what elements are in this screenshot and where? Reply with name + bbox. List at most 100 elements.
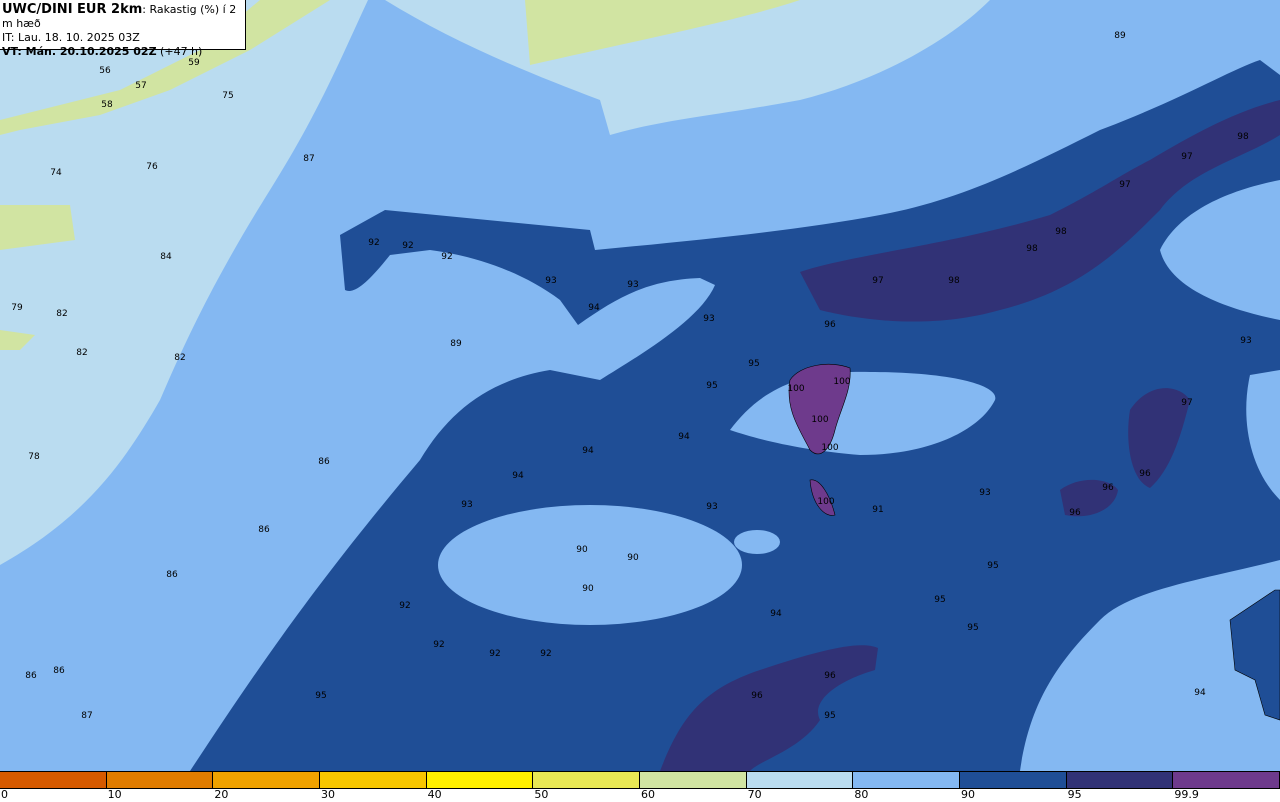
value-label: 93	[461, 500, 472, 510]
value-label: 86	[318, 457, 330, 467]
value-label: 90	[582, 584, 594, 594]
value-label: 94	[512, 471, 524, 481]
map-title-box: UWC/DINI EUR 2km: Rakastig (%) í 2 m hæð…	[0, 0, 246, 58]
field-80-90-south-hole	[438, 505, 742, 625]
value-label: 94	[588, 303, 600, 313]
colorbar-tick-label: 80	[854, 788, 869, 801]
value-label: 97	[1181, 152, 1192, 162]
value-label: 94	[770, 609, 782, 619]
value-label: 87	[81, 711, 92, 721]
value-label: 93	[979, 488, 990, 498]
value-label: 89	[450, 339, 462, 349]
colorbar-tick-label: 10	[107, 788, 122, 801]
value-label: 92	[399, 601, 410, 611]
colorbar-tick-label: 20	[214, 788, 229, 801]
colorbar-segment	[533, 772, 641, 788]
colorbar-segment	[320, 772, 427, 788]
colorbar-tick-label: 0	[1, 788, 8, 801]
value-label: 95	[987, 561, 998, 571]
value-label: 96	[1102, 483, 1114, 493]
value-label: 91	[872, 505, 883, 515]
value-label: 92	[368, 238, 379, 248]
value-label: 94	[678, 432, 690, 442]
issue-time: IT: Lau. 18. 10. 2025 03Z	[2, 31, 140, 44]
value-label: 58	[101, 100, 113, 110]
value-label: 86	[25, 671, 37, 681]
lead-time: (+47 h)	[156, 45, 203, 58]
colorbar-segment	[213, 772, 321, 788]
colorbar-segment	[0, 772, 107, 788]
value-label: 93	[1240, 336, 1251, 346]
value-label: 95	[934, 595, 945, 605]
field-80-90-small-hole	[734, 530, 780, 554]
value-label: 100	[817, 497, 834, 507]
colorbar-segment	[426, 772, 534, 788]
value-label: 96	[751, 691, 763, 701]
value-label: 82	[174, 353, 185, 363]
value-label: 95	[706, 381, 717, 391]
value-label: 57	[135, 81, 146, 91]
colorbar-segment	[106, 772, 214, 788]
value-label: 92	[489, 649, 500, 659]
value-label: 96	[824, 320, 836, 330]
colorbar-tick-label: 60	[641, 788, 655, 801]
value-label: 98	[1055, 227, 1067, 237]
value-label: 92	[433, 640, 444, 650]
colorbar-segment	[1066, 772, 1174, 788]
value-label: 90	[627, 553, 639, 563]
value-label: 95	[748, 359, 759, 369]
value-label: 86	[166, 570, 178, 580]
value-label: 93	[706, 502, 717, 512]
colorbar-tick-label: 95	[1067, 788, 1082, 801]
value-label: 93	[627, 280, 638, 290]
value-label: 98	[1237, 132, 1249, 142]
value-label: 95	[967, 623, 978, 633]
colorbar-tick-label: 30	[321, 788, 335, 801]
colorbar-segment	[746, 772, 854, 788]
value-label: 100	[787, 384, 804, 394]
value-label: 76	[146, 162, 158, 172]
value-label: 93	[545, 276, 556, 286]
colorbar-segment	[640, 772, 747, 788]
colorbar-tick-label: 70	[747, 788, 762, 801]
colorbar-ticks: 0 10 20 30 40 50 60 70 80 90 95 99.9	[0, 788, 1280, 802]
value-label: 75	[222, 91, 233, 101]
value-label: 78	[28, 452, 40, 462]
value-label: 93	[703, 314, 714, 324]
value-label: 100	[821, 443, 838, 453]
value-label: 95	[315, 691, 326, 701]
colorbar-tick-label: 50	[534, 788, 549, 801]
colorbar-segment	[853, 772, 961, 788]
value-label: 98	[1026, 244, 1038, 254]
value-label: 56	[99, 66, 111, 76]
value-label: 97	[1119, 180, 1130, 190]
value-label: 92	[540, 649, 551, 659]
value-label: 86	[53, 666, 65, 676]
colorbar-tick-label: 40	[427, 788, 442, 801]
value-label: 79	[11, 303, 23, 313]
value-label: 89	[1114, 31, 1126, 41]
value-label: 94	[1194, 688, 1206, 698]
value-label: 87	[303, 154, 314, 164]
value-label: 100	[811, 415, 828, 425]
value-label: 92	[441, 252, 452, 262]
value-label: 82	[76, 348, 87, 358]
value-label: 96	[1069, 508, 1081, 518]
value-label: 95	[824, 711, 835, 721]
colorbar-segment	[1173, 772, 1280, 788]
value-label: 96	[824, 671, 836, 681]
model-name: UWC/DINI EUR 2km	[2, 2, 143, 17]
value-label: 82	[56, 309, 67, 319]
colorbar-tick-label: 90	[961, 788, 975, 801]
humidity-map: 89 59 56 57 58 75 98 97 97 87 74 76 98 98 92 92 92 84 93 93…	[0, 0, 1280, 771]
value-label: 96	[1139, 469, 1151, 479]
colorbar	[0, 771, 1280, 789]
value-label: 86	[258, 525, 270, 535]
valid-time: VT: Mán. 20.10.2025 02Z	[2, 45, 157, 58]
value-label: 92	[402, 241, 413, 251]
value-label: 90	[576, 545, 588, 555]
value-label: 97	[872, 276, 883, 286]
value-label: 74	[50, 168, 62, 178]
value-label: 97	[1181, 398, 1192, 408]
value-label: 59	[188, 58, 200, 68]
